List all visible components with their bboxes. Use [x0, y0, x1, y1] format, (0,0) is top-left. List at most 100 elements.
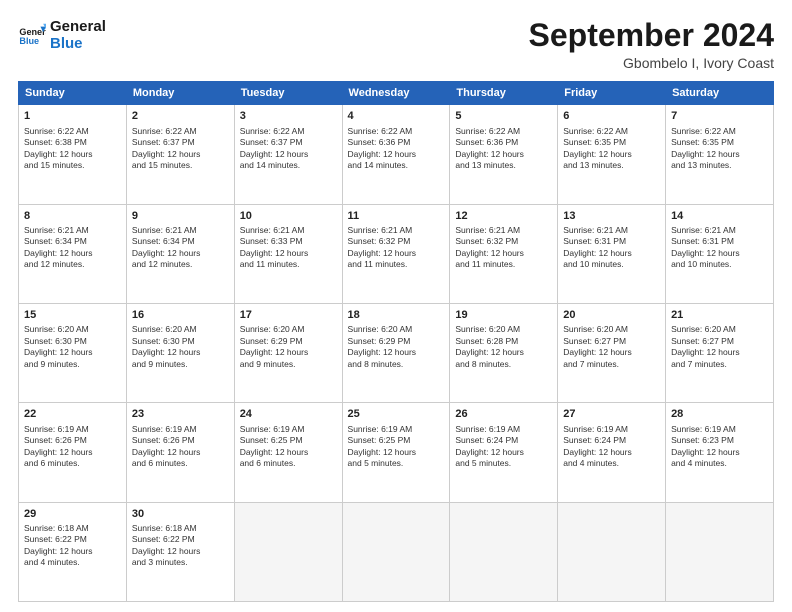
day-info: Sunrise: 6:19 AMSunset: 6:26 PMDaylight:… — [132, 424, 229, 470]
day-info: Sunrise: 6:22 AMSunset: 6:36 PMDaylight:… — [455, 126, 552, 172]
day-number: 30 — [132, 507, 229, 522]
day-info: Sunrise: 6:19 AMSunset: 6:25 PMDaylight:… — [348, 424, 445, 470]
table-row: 10Sunrise: 6:21 AMSunset: 6:33 PMDayligh… — [234, 204, 342, 303]
day-info: Sunrise: 6:22 AMSunset: 6:35 PMDaylight:… — [671, 126, 768, 172]
table-row: 22 Sunrise: 6:19 AMSunset: 6:26 PMDayligh… — [19, 403, 127, 502]
day-info: Sunrise: 6:19 AMSunset: 6:26 PMDaylight:… — [24, 424, 121, 470]
day-number: 1 — [24, 109, 121, 124]
table-row: 28Sunrise: 6:19 AMSunset: 6:23 PMDayligh… — [666, 403, 774, 502]
day-info: Sunrise: 6:21 AMSunset: 6:31 PMDaylight:… — [563, 225, 660, 271]
table-row: 11Sunrise: 6:21 AMSunset: 6:32 PMDayligh… — [342, 204, 450, 303]
table-row: 30Sunrise: 6:18 AMSunset: 6:22 PMDayligh… — [126, 502, 234, 601]
calendar-week-2: 8Sunrise: 6:21 AMSunset: 6:34 PMDaylight… — [19, 204, 774, 303]
day-number: 22 — [24, 407, 121, 422]
day-info: Sunrise: 6:18 AMSunset: 6:22 PMDaylight:… — [132, 523, 229, 569]
day-number: 26 — [455, 407, 552, 422]
table-row — [558, 502, 666, 601]
day-info: Sunrise: 6:21 AMSunset: 6:34 PMDaylight:… — [24, 225, 121, 271]
day-number: 2 — [132, 109, 229, 124]
table-row: 7 Sunrise: 6:22 AMSunset: 6:35 PMDaylight… — [666, 105, 774, 204]
day-number: 4 — [348, 109, 445, 124]
col-wednesday: Wednesday — [342, 82, 450, 105]
table-row: 5 Sunrise: 6:22 AMSunset: 6:36 PMDaylight… — [450, 105, 558, 204]
day-number: 12 — [455, 209, 552, 224]
svg-text:Blue: Blue — [19, 36, 39, 46]
day-number: 18 — [348, 308, 445, 323]
day-number: 27 — [563, 407, 660, 422]
day-number: 9 — [132, 209, 229, 224]
logo-icon: General Blue — [18, 21, 46, 49]
table-row: 4 Sunrise: 6:22 AMSunset: 6:36 PMDaylight… — [342, 105, 450, 204]
day-info: Sunrise: 6:20 AMSunset: 6:29 PMDaylight:… — [348, 324, 445, 370]
table-row: 20Sunrise: 6:20 AMSunset: 6:27 PMDayligh… — [558, 303, 666, 402]
day-number: 7 — [671, 109, 768, 124]
day-info: Sunrise: 6:20 AMSunset: 6:30 PMDaylight:… — [132, 324, 229, 370]
table-row — [342, 502, 450, 601]
day-info: Sunrise: 6:18 AMSunset: 6:22 PMDaylight:… — [24, 523, 121, 569]
table-row: 18Sunrise: 6:20 AMSunset: 6:29 PMDayligh… — [342, 303, 450, 402]
day-info: Sunrise: 6:20 AMSunset: 6:27 PMDaylight:… — [563, 324, 660, 370]
calendar-week-5: 29Sunrise: 6:18 AMSunset: 6:22 PMDayligh… — [19, 502, 774, 601]
table-row: 8Sunrise: 6:21 AMSunset: 6:34 PMDaylight… — [19, 204, 127, 303]
month-title: September 2024 — [529, 18, 774, 53]
day-info: Sunrise: 6:22 AMSunset: 6:35 PMDaylight:… — [563, 126, 660, 172]
day-number: 16 — [132, 308, 229, 323]
day-number: 29 — [24, 507, 121, 522]
day-number: 28 — [671, 407, 768, 422]
table-row: 25 Sunrise: 6:19 AMSunset: 6:25 PMDayligh… — [342, 403, 450, 502]
table-row: 13Sunrise: 6:21 AMSunset: 6:31 PMDayligh… — [558, 204, 666, 303]
table-row: 24Sunrise: 6:19 AMSunset: 6:25 PMDayligh… — [234, 403, 342, 502]
col-friday: Friday — [558, 82, 666, 105]
calendar-week-1: 1 Sunrise: 6:22 AMSunset: 6:38 PMDaylight… — [19, 105, 774, 204]
day-number: 13 — [563, 209, 660, 224]
day-number: 21 — [671, 308, 768, 323]
day-info: Sunrise: 6:22 AMSunset: 6:36 PMDaylight:… — [348, 126, 445, 172]
table-row: 27Sunrise: 6:19 AMSunset: 6:24 PMDayligh… — [558, 403, 666, 502]
logo-text: General Blue — [50, 18, 106, 53]
calendar-week-4: 22 Sunrise: 6:19 AMSunset: 6:26 PMDayligh… — [19, 403, 774, 502]
day-info: Sunrise: 6:20 AMSunset: 6:30 PMDaylight:… — [24, 324, 121, 370]
day-number: 23 — [132, 407, 229, 422]
table-row: 29Sunrise: 6:18 AMSunset: 6:22 PMDayligh… — [19, 502, 127, 601]
table-row — [666, 502, 774, 601]
table-row: 26 Sunrise: 6:19 AMSunset: 6:24 PMDayligh… — [450, 403, 558, 502]
calendar-table: Sunday Monday Tuesday Wednesday Thursday… — [18, 81, 774, 602]
day-info: Sunrise: 6:22 AMSunset: 6:37 PMDaylight:… — [132, 126, 229, 172]
table-row: 14Sunrise: 6:21 AMSunset: 6:31 PMDayligh… — [666, 204, 774, 303]
col-monday: Monday — [126, 82, 234, 105]
day-number: 10 — [240, 209, 337, 224]
col-tuesday: Tuesday — [234, 82, 342, 105]
table-row: 3Sunrise: 6:22 AMSunset: 6:37 PMDaylight… — [234, 105, 342, 204]
day-info: Sunrise: 6:21 AMSunset: 6:34 PMDaylight:… — [132, 225, 229, 271]
day-number: 17 — [240, 308, 337, 323]
table-row: 2 Sunrise: 6:22 AMSunset: 6:37 PMDaylight… — [126, 105, 234, 204]
day-number: 20 — [563, 308, 660, 323]
table-row — [234, 502, 342, 601]
day-number: 8 — [24, 209, 121, 224]
day-number: 6 — [563, 109, 660, 124]
day-info: Sunrise: 6:21 AMSunset: 6:31 PMDaylight:… — [671, 225, 768, 271]
day-number: 3 — [240, 109, 337, 124]
day-info: Sunrise: 6:22 AMSunset: 6:38 PMDaylight:… — [24, 126, 121, 172]
table-row: 17Sunrise: 6:20 AMSunset: 6:29 PMDayligh… — [234, 303, 342, 402]
day-number: 25 — [348, 407, 445, 422]
table-row: 6 Sunrise: 6:22 AMSunset: 6:35 PMDaylight… — [558, 105, 666, 204]
day-number: 5 — [455, 109, 552, 124]
location-subtitle: Gbombelo I, Ivory Coast — [529, 55, 774, 71]
calendar-header-row: Sunday Monday Tuesday Wednesday Thursday… — [19, 82, 774, 105]
table-row: 21Sunrise: 6:20 AMSunset: 6:27 PMDayligh… — [666, 303, 774, 402]
calendar-week-3: 15Sunrise: 6:20 AMSunset: 6:30 PMDayligh… — [19, 303, 774, 402]
table-row: 23 Sunrise: 6:19 AMSunset: 6:26 PMDayligh… — [126, 403, 234, 502]
page: General Blue General Blue September 2024… — [0, 0, 792, 612]
table-row: 1 Sunrise: 6:22 AMSunset: 6:38 PMDaylight… — [19, 105, 127, 204]
day-info: Sunrise: 6:19 AMSunset: 6:24 PMDaylight:… — [455, 424, 552, 470]
logo: General Blue General Blue — [18, 18, 106, 53]
table-row: 19Sunrise: 6:20 AMSunset: 6:28 PMDayligh… — [450, 303, 558, 402]
title-block: September 2024 Gbombelo I, Ivory Coast — [529, 18, 774, 71]
col-saturday: Saturday — [666, 82, 774, 105]
day-info: Sunrise: 6:21 AMSunset: 6:32 PMDaylight:… — [348, 225, 445, 271]
day-info: Sunrise: 6:20 AMSunset: 6:28 PMDaylight:… — [455, 324, 552, 370]
table-row: 16Sunrise: 6:20 AMSunset: 6:30 PMDayligh… — [126, 303, 234, 402]
day-info: Sunrise: 6:21 AMSunset: 6:33 PMDaylight:… — [240, 225, 337, 271]
day-info: Sunrise: 6:20 AMSunset: 6:29 PMDaylight:… — [240, 324, 337, 370]
